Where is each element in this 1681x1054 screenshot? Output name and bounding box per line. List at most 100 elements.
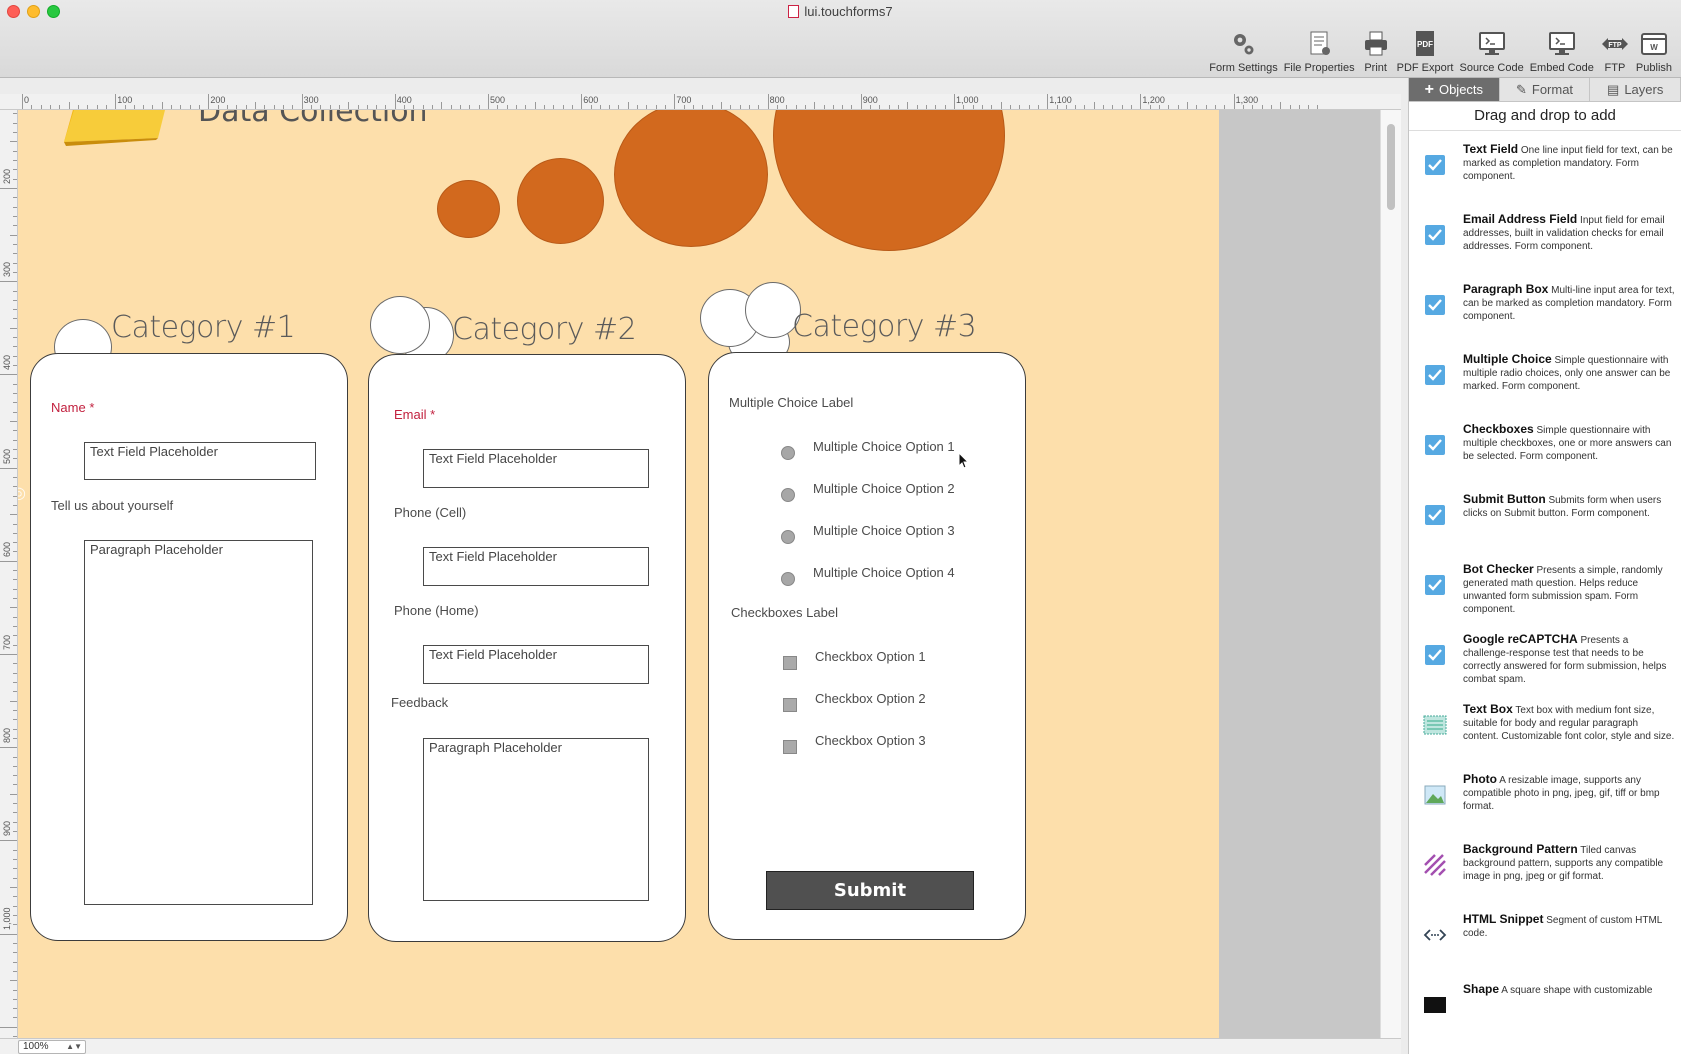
ruler-tick (13, 616, 17, 618)
ruler-tick (991, 105, 993, 109)
source-code-button[interactable]: Source Code (1459, 24, 1524, 74)
ruler-tick (450, 105, 452, 109)
ruler-tick (13, 430, 17, 432)
scrollbar-thumb[interactable] (1387, 124, 1395, 210)
publish-button[interactable]: W Publish (1636, 24, 1672, 74)
object-item-text-box[interactable]: Text Box Text box with medium font size,… (1409, 699, 1681, 769)
object-item-paragraph-box[interactable]: Paragraph Box Multi-line input area for … (1409, 279, 1681, 349)
app-window: lui.touchforms7 Form Settings File Proper… (0, 0, 1681, 1054)
object-item-email-address-field[interactable]: Email Address Field Input field for emai… (1409, 209, 1681, 279)
email-text-field[interactable]: Text Field Placeholder (423, 449, 649, 488)
ruler-tick (1149, 105, 1151, 109)
ruler-tick (13, 271, 17, 273)
form-settings-button[interactable]: Form Settings (1209, 24, 1278, 74)
object-item-google-recaptcha[interactable]: Google reCAPTCHA Presents a challenge-re… (1409, 629, 1681, 699)
ruler-tick (13, 215, 17, 217)
ruler-tick (963, 105, 965, 109)
radio-option-3[interactable] (781, 530, 795, 544)
object-name: Email Address Field (1463, 212, 1578, 226)
ruler-tick (13, 495, 17, 497)
form-canvas[interactable]: Data Collection Category #1 Category #2 … (18, 110, 1219, 1038)
decorative-bubble (614, 110, 768, 247)
submit-button[interactable]: Submit (766, 871, 974, 910)
ruler-tick (0, 654, 17, 655)
vertical-scrollbar[interactable] (1380, 110, 1401, 1038)
canvas-area[interactable]: Data Collection Category #1 Category #2 … (18, 110, 1401, 1038)
pdf-export-button[interactable]: PDF PDF Export (1397, 24, 1453, 74)
object-item-checkboxes[interactable]: Checkboxes Simple questionnaire with mul… (1409, 419, 1681, 489)
file-properties-icon (1310, 31, 1331, 55)
zoom-select[interactable]: 100% ▲▼ (18, 1040, 86, 1054)
tab-format[interactable]: ✎ Format (1500, 78, 1591, 101)
ruler-tick (10, 514, 17, 516)
ruler-tick (13, 160, 17, 162)
ruler-tick (13, 1036, 17, 1038)
ruler-tick (10, 234, 17, 236)
radio-option-1[interactable] (781, 446, 795, 460)
ruler-tick (1047, 94, 1049, 109)
gears-icon (1234, 34, 1254, 55)
ruler-tick (1140, 94, 1142, 109)
ruler-tick (590, 105, 592, 109)
ruler-tick (478, 105, 480, 109)
ruler-tick (180, 105, 182, 109)
ruler-tick (320, 105, 322, 109)
ruler-tick (0, 1026, 17, 1028)
object-description: Submit Button Submits form when users cl… (1463, 493, 1675, 520)
mouse-cursor-icon (958, 452, 970, 469)
title-bar: lui.touchforms7 Form Settings File Proper… (0, 0, 1681, 78)
tab-layers[interactable]: ▤ Layers (1590, 78, 1681, 101)
name-label-text: Name (51, 400, 86, 415)
ruler-label: 400 (2, 355, 12, 371)
objects-panel: + Objects ✎ Format ▤ Layers Drag and drop t… (1408, 78, 1681, 1054)
ruler-label: 1,000 (2, 907, 12, 930)
ruler-tick (1289, 105, 1291, 109)
ruler-tick (13, 206, 17, 208)
object-item-html-snippet[interactable]: HTML Snippet Segment of custom HTML code… (1409, 909, 1681, 979)
name-text-field[interactable]: Text Field Placeholder (84, 442, 316, 480)
ruler-tick (13, 150, 17, 152)
vertical-ruler: 200 300 400 500 600 700 800 900 1,000 (0, 110, 18, 1038)
feedback-paragraph-box[interactable]: Paragraph Placeholder (423, 738, 649, 901)
ruler-tick (618, 105, 620, 109)
object-item-background-pattern[interactable]: Background Pattern Tiled canvas backgrou… (1409, 839, 1681, 909)
ruler-tick (413, 105, 415, 109)
phone-cell-text-field[interactable]: Text Field Placeholder (423, 547, 649, 586)
ruler-tick (13, 644, 17, 646)
file-properties-button[interactable]: File Properties (1284, 24, 1355, 74)
object-description: Paragraph Box Multi-line input area for … (1463, 283, 1675, 323)
tab-objects[interactable]: + Objects (1409, 78, 1500, 101)
radio-option-4-label: Multiple Choice Option 4 (813, 565, 955, 580)
ruler-tick (730, 105, 732, 109)
object-item-bot-checker[interactable]: Bot Checker Presents a simple, randomly … (1409, 559, 1681, 629)
ruler-tick (13, 393, 17, 395)
ruler-tick (236, 105, 238, 109)
object-item-multiple-choice[interactable]: Multiple Choice Simple questionnaire wit… (1409, 349, 1681, 419)
object-item-submit-button[interactable]: Submit Button Submits form when users cl… (1409, 489, 1681, 559)
ruler-tick (13, 803, 17, 805)
photo-icon (1424, 785, 1446, 805)
ruler-tick (1037, 105, 1039, 109)
radio-option-2[interactable] (781, 488, 795, 502)
ruler-tick (13, 831, 17, 833)
print-button[interactable]: Print (1361, 24, 1391, 74)
checkbox-option-3[interactable] (783, 740, 797, 754)
phone-home-text-field[interactable]: Text Field Placeholder (423, 645, 649, 684)
object-item-shape[interactable]: Shape A square shape with customizable (1409, 979, 1681, 1049)
object-item-photo[interactable]: Photo A resizable image, supports any co… (1409, 769, 1681, 839)
watermark-text: www.MacDown.com (32, 485, 192, 502)
ruler-tick (721, 102, 722, 109)
ftp-button[interactable]: FTP FTP (1600, 24, 1630, 74)
radio-option-4[interactable] (781, 572, 795, 586)
checkbox-option-1[interactable] (783, 656, 797, 670)
object-description: Checkboxes Simple questionnaire with mul… (1463, 423, 1675, 463)
ruler-tick (385, 105, 387, 109)
checkbox-option-2[interactable] (783, 698, 797, 712)
ruler-tick (972, 105, 974, 109)
decorative-bubble (437, 180, 500, 238)
about-paragraph-box[interactable]: Paragraph Placeholder (84, 540, 313, 905)
ruler-tick (823, 105, 825, 109)
object-item-text-field[interactable]: Text Field One line input field for text… (1409, 139, 1681, 209)
embed-code-button[interactable]: Embed Code (1530, 24, 1594, 74)
svg-text:PDF: PDF (1417, 40, 1433, 49)
